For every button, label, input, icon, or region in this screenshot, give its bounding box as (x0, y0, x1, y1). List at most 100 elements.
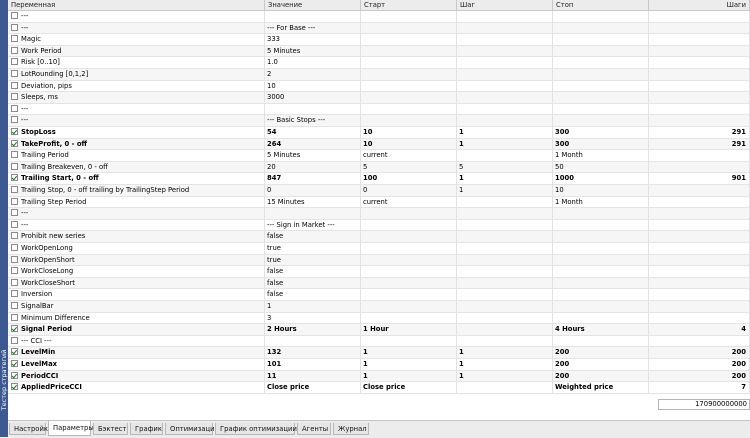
optimize-checkbox[interactable] (11, 162, 18, 170)
steps-cell[interactable] (649, 289, 750, 301)
optimize-checkbox[interactable] (11, 220, 18, 228)
table-row[interactable]: LevelMax 101 1 1 200 200 (8, 359, 750, 371)
steps-cell[interactable] (649, 312, 750, 324)
table-row[interactable]: Trailing Step Period 15 Minutes current 1 M… (8, 196, 750, 209)
value-cell[interactable]: true (265, 254, 361, 266)
optimize-checkbox[interactable] (11, 151, 18, 159)
steps-cell[interactable] (649, 57, 750, 69)
step-cell[interactable]: 1 (457, 185, 553, 196)
step-cell[interactable] (457, 92, 553, 104)
step-cell[interactable] (457, 382, 553, 394)
tab-7[interactable]: Журнал (333, 423, 369, 435)
table-row[interactable]: Inversion false (8, 289, 750, 301)
stop-cell[interactable]: Weighted price (553, 382, 649, 394)
table-row[interactable]: Minimum Difference 3 (8, 312, 750, 325)
step-cell[interactable] (457, 69, 553, 80)
start-cell[interactable] (361, 45, 457, 57)
steps-cell[interactable]: 200 (649, 347, 750, 359)
stop-cell[interactable]: 4 Hours (553, 324, 649, 336)
optimize-checkbox[interactable] (11, 174, 18, 182)
table-row[interactable]: Trailing Stop, 0 - off trailing by Trail… (8, 185, 750, 197)
table-row[interactable]: --- (8, 208, 750, 220)
step-cell[interactable] (457, 208, 553, 220)
optimize-checkbox[interactable] (11, 278, 18, 286)
start-cell[interactable] (361, 277, 457, 289)
value-cell[interactable] (265, 208, 361, 220)
tab-1[interactable]: Параметры (48, 421, 94, 436)
step-cell[interactable] (457, 219, 553, 231)
stop-cell[interactable] (553, 208, 649, 220)
steps-cell[interactable]: 7 (649, 382, 750, 394)
steps-cell[interactable] (649, 243, 750, 254)
stop-cell[interactable] (553, 92, 649, 104)
stop-cell[interactable] (553, 219, 649, 231)
stop-cell[interactable] (553, 45, 649, 57)
steps-cell[interactable] (649, 34, 750, 46)
stop-cell[interactable] (553, 22, 649, 34)
stop-cell[interactable] (553, 11, 649, 22)
stop-cell[interactable]: 1 Month (553, 150, 649, 162)
steps-cell[interactable] (649, 69, 750, 80)
steps-cell[interactable] (649, 45, 750, 57)
steps-cell[interactable]: 4 (649, 324, 750, 336)
column-header-step[interactable]: Шаг (457, 0, 553, 10)
start-cell[interactable] (361, 69, 457, 80)
start-cell[interactable]: 0 (361, 185, 457, 196)
table-row[interactable]: AppliedPriceCCI Close price Close price Wei… (8, 382, 750, 394)
value-cell[interactable]: 11 (265, 370, 361, 382)
table-row[interactable]: WorkOpenLong true (8, 243, 750, 255)
value-cell[interactable]: false (265, 289, 361, 301)
steps-cell[interactable]: 200 (649, 359, 750, 370)
value-cell[interactable]: 3000 (265, 92, 361, 104)
optimize-checkbox[interactable] (11, 186, 18, 193)
optimize-checkbox[interactable] (11, 116, 18, 124)
table-row[interactable]: LevelMin 132 1 1 200 200 (8, 347, 750, 359)
optimize-checkbox[interactable] (11, 23, 18, 31)
steps-cell[interactable] (649, 266, 750, 278)
value-cell[interactable]: true (265, 243, 361, 254)
table-row[interactable]: Risk [0..10] 1.0 (8, 57, 750, 69)
value-cell[interactable]: 2 (265, 69, 361, 80)
step-cell[interactable] (457, 324, 553, 336)
tab-6[interactable]: Агенты (297, 423, 331, 435)
optimize-checkbox[interactable] (11, 139, 18, 147)
value-cell[interactable]: 5 Minutes (265, 45, 361, 57)
optimize-checkbox[interactable] (11, 70, 18, 77)
table-row[interactable]: WorkOpenShort true (8, 254, 750, 267)
steps-cell[interactable] (649, 22, 750, 34)
optimize-checkbox[interactable] (11, 325, 18, 333)
steps-cell[interactable] (649, 301, 750, 312)
optimize-checkbox[interactable] (11, 267, 18, 275)
table-row[interactable]: SignalBar 1 (8, 301, 750, 313)
optimize-checkbox[interactable] (11, 58, 18, 66)
stop-cell[interactable] (553, 266, 649, 278)
column-header-value[interactable]: Значение (265, 0, 361, 10)
table-row[interactable]: StopLoss 54 10 1 300 291 (8, 127, 750, 139)
value-cell[interactable]: 101 (265, 359, 361, 370)
table-row[interactable]: --- --- Sign in Market --- (8, 219, 750, 232)
steps-cell[interactable] (649, 185, 750, 196)
step-cell[interactable] (457, 150, 553, 162)
stop-cell[interactable] (553, 312, 649, 324)
table-row[interactable]: Magic 333 (8, 34, 750, 46)
table-row[interactable]: --- --- For Base --- (8, 22, 750, 35)
start-cell[interactable]: current (361, 150, 457, 162)
step-cell[interactable] (457, 289, 553, 301)
value-cell[interactable]: 3 (265, 312, 361, 324)
steps-cell[interactable] (649, 115, 750, 127)
stop-cell[interactable] (553, 115, 649, 127)
start-cell[interactable] (361, 219, 457, 231)
start-cell[interactable] (361, 254, 457, 266)
start-cell[interactable]: 1 (361, 347, 457, 359)
stop-cell[interactable] (553, 80, 649, 92)
start-cell[interactable] (361, 266, 457, 278)
stop-cell[interactable]: 10 (553, 185, 649, 196)
steps-cell[interactable] (649, 80, 750, 92)
table-row[interactable]: LotRounding [0,1,2] 2 (8, 69, 750, 81)
step-cell[interactable] (457, 266, 553, 278)
value-cell[interactable]: 1.0 (265, 57, 361, 69)
table-row[interactable]: Signal Period 2 Hours 1 Hour 4 Hours 4 (8, 324, 750, 336)
start-cell[interactable] (361, 80, 457, 92)
optimize-checkbox[interactable] (11, 244, 18, 251)
tab-5[interactable]: График оптимизации (215, 423, 297, 435)
